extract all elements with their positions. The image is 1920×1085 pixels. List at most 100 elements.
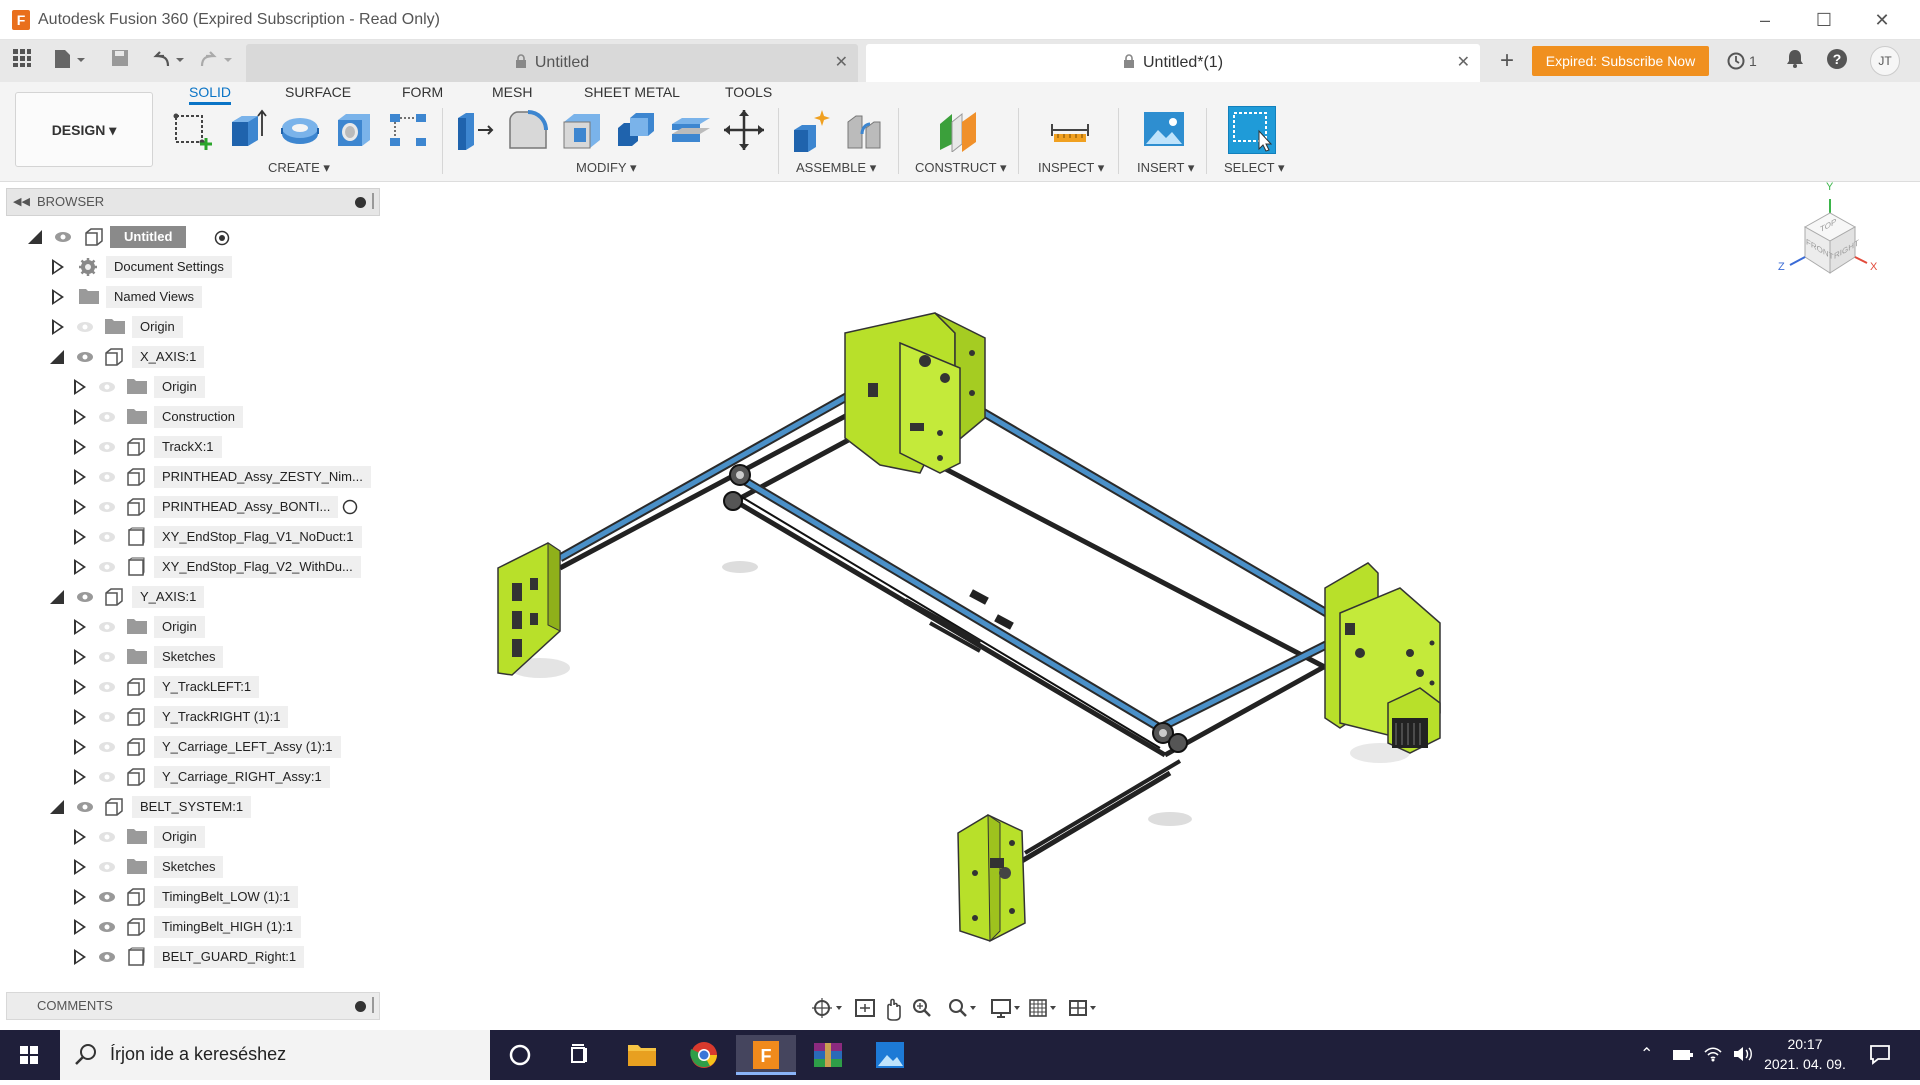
viewports-icon[interactable]: [1069, 1000, 1096, 1016]
pan-hand-icon[interactable]: [887, 998, 901, 1021]
expand-triangle-icon[interactable]: [74, 439, 86, 455]
grid-settings-icon[interactable]: [1029, 999, 1056, 1017]
windows-start-icon[interactable]: [0, 1030, 58, 1080]
fusion-taskbar-icon[interactable]: F: [736, 1035, 796, 1075]
job-status-icon[interactable]: 1: [1722, 48, 1762, 74]
browser-tree-item[interactable]: Y_TrackRIGHT (1):1: [64, 702, 380, 732]
browser-tree-item[interactable]: TimingBelt_LOW (1):1: [64, 882, 380, 912]
browser-tree-item[interactable]: Named Views: [42, 282, 380, 312]
hole-icon[interactable]: [332, 108, 376, 152]
split-body-icon[interactable]: [668, 108, 712, 152]
tab-close-icon[interactable]: ✕: [1457, 44, 1470, 82]
help-icon[interactable]: ?: [1824, 48, 1850, 74]
expand-triangle-icon[interactable]: [74, 559, 86, 575]
eye-hidden-icon[interactable]: [98, 740, 116, 757]
eye-hidden-icon[interactable]: [98, 860, 116, 877]
fit-icon[interactable]: [949, 999, 976, 1017]
expand-triangle-icon[interactable]: [74, 529, 86, 545]
pattern-icon[interactable]: [386, 108, 430, 152]
browser-tree-item[interactable]: PRINTHEAD_Assy_BONTI...: [64, 492, 380, 522]
winrar-icon[interactable]: [798, 1035, 858, 1075]
tray-chevron-icon[interactable]: ⌃: [1640, 1044, 1653, 1064]
maximize-button[interactable]: ☐: [1804, 6, 1844, 34]
file-explorer-icon[interactable]: [612, 1035, 672, 1075]
browser-tree-item[interactable]: Origin: [64, 612, 380, 642]
expand-triangle-icon[interactable]: [74, 829, 86, 845]
create-group-label[interactable]: CREATE ▾: [268, 160, 330, 176]
eye-hidden-icon[interactable]: [98, 770, 116, 787]
browser-tree-item[interactable]: X_AXIS:1: [42, 342, 380, 372]
file-menu-icon[interactable]: [50, 48, 90, 74]
joint-icon[interactable]: [842, 108, 886, 152]
eye-hidden-icon[interactable]: [98, 380, 116, 397]
eye-hidden-icon[interactable]: [98, 830, 116, 847]
browser-tree-item[interactable]: Y_Carriage_LEFT_Assy (1):1: [64, 732, 380, 762]
view-cube[interactable]: Y Z X TOP FRONT RIGHT: [1770, 179, 1900, 309]
notifications-center-icon[interactable]: [1868, 1042, 1892, 1071]
press-pull-icon[interactable]: [452, 108, 496, 152]
eye-hidden-icon[interactable]: [98, 680, 116, 697]
save-icon[interactable]: [108, 48, 132, 74]
collapse-triangle-icon[interactable]: [50, 800, 64, 814]
tab-close-icon[interactable]: ✕: [835, 44, 848, 82]
eye-hidden-icon[interactable]: [98, 620, 116, 637]
expand-triangle-icon[interactable]: [74, 769, 86, 785]
tab-form[interactable]: FORM: [402, 84, 443, 100]
wifi-icon[interactable]: [1702, 1044, 1724, 1069]
undo-icon[interactable]: [148, 48, 188, 74]
taskbar-search-box[interactable]: Írjon ide a kereséshez: [60, 1030, 490, 1080]
insert-image-icon[interactable]: [1142, 108, 1186, 152]
expand-triangle-icon[interactable]: [74, 499, 86, 515]
expand-triangle-icon[interactable]: [74, 919, 86, 935]
taskbar-clock[interactable]: 20:17 2021. 04. 09.: [1760, 1034, 1850, 1074]
expand-triangle-icon[interactable]: [74, 859, 86, 875]
browser-tree-item[interactable]: Origin: [42, 312, 380, 342]
eye-hidden-icon[interactable]: [98, 710, 116, 727]
offset-plane-icon[interactable]: [936, 108, 980, 154]
browser-tree-item[interactable]: BELT_GUARD_Right:1: [64, 942, 380, 972]
measure-icon[interactable]: [1048, 108, 1092, 152]
minimize-button[interactable]: –: [1745, 6, 1785, 34]
expand-triangle-icon[interactable]: [74, 649, 86, 665]
expand-triangle-icon[interactable]: [52, 319, 64, 335]
eye-hidden-icon[interactable]: [98, 530, 116, 547]
expand-triangle-icon[interactable]: [74, 739, 86, 755]
display-settings-icon[interactable]: [991, 999, 1020, 1018]
volume-icon[interactable]: [1732, 1044, 1754, 1069]
collapse-triangle-icon[interactable]: [50, 590, 64, 604]
look-at-icon[interactable]: [855, 999, 875, 1017]
notifications-bell-icon[interactable]: [1782, 48, 1808, 74]
browser-tree-item[interactable]: Y_TrackLEFT:1: [64, 672, 380, 702]
tab-sheet-metal[interactable]: SHEET METAL: [584, 84, 680, 100]
browser-tree-item[interactable]: XY_EndStop_Flag_V2_WithDu...: [64, 552, 380, 582]
eye-hidden-icon[interactable]: [76, 320, 94, 337]
inspect-group-label[interactable]: INSPECT ▾: [1038, 160, 1104, 176]
shell-icon[interactable]: [560, 108, 604, 152]
orbit-icon[interactable]: [812, 998, 842, 1018]
eye-hidden-icon[interactable]: [98, 410, 116, 427]
eye-icon[interactable]: [76, 590, 94, 607]
browser-tree-item[interactable]: XY_EndStop_Flag_V1_NoDuct:1: [64, 522, 380, 552]
browser-tree-item[interactable]: TimingBelt_HIGH (1):1: [64, 912, 380, 942]
redo-icon[interactable]: [196, 48, 236, 74]
browser-tree-item[interactable]: PRINTHEAD_Assy_ZESTY_Nim...: [64, 462, 380, 492]
eye-icon[interactable]: [98, 920, 116, 937]
eye-icon[interactable]: [76, 800, 94, 817]
select-icon[interactable]: [1228, 106, 1276, 154]
expand-triangle-icon[interactable]: [74, 709, 86, 725]
browser-tree-item[interactable]: Document Settings: [42, 252, 380, 282]
collapse-triangle-icon[interactable]: [50, 350, 64, 364]
comments-pin-icon[interactable]: [372, 997, 374, 1013]
new-component-icon[interactable]: [788, 108, 832, 152]
construct-group-label[interactable]: CONSTRUCT ▾: [915, 160, 1007, 176]
eye-hidden-icon[interactable]: [98, 650, 116, 667]
expand-triangle-icon[interactable]: [74, 679, 86, 695]
browser-tree-item[interactable]: Y_Carriage_RIGHT_Assy:1: [64, 762, 380, 792]
browser-tree-item[interactable]: BELT_SYSTEM:1: [42, 792, 380, 822]
expand-triangle-icon[interactable]: [74, 889, 86, 905]
expand-triangle-icon[interactable]: [74, 469, 86, 485]
eye-icon[interactable]: [98, 890, 116, 907]
workspace-switcher[interactable]: DESIGN ▾: [15, 92, 153, 167]
browser-tree-item[interactable]: TrackX:1: [64, 432, 380, 462]
tab-untitled[interactable]: Untitled ✕: [246, 44, 858, 82]
